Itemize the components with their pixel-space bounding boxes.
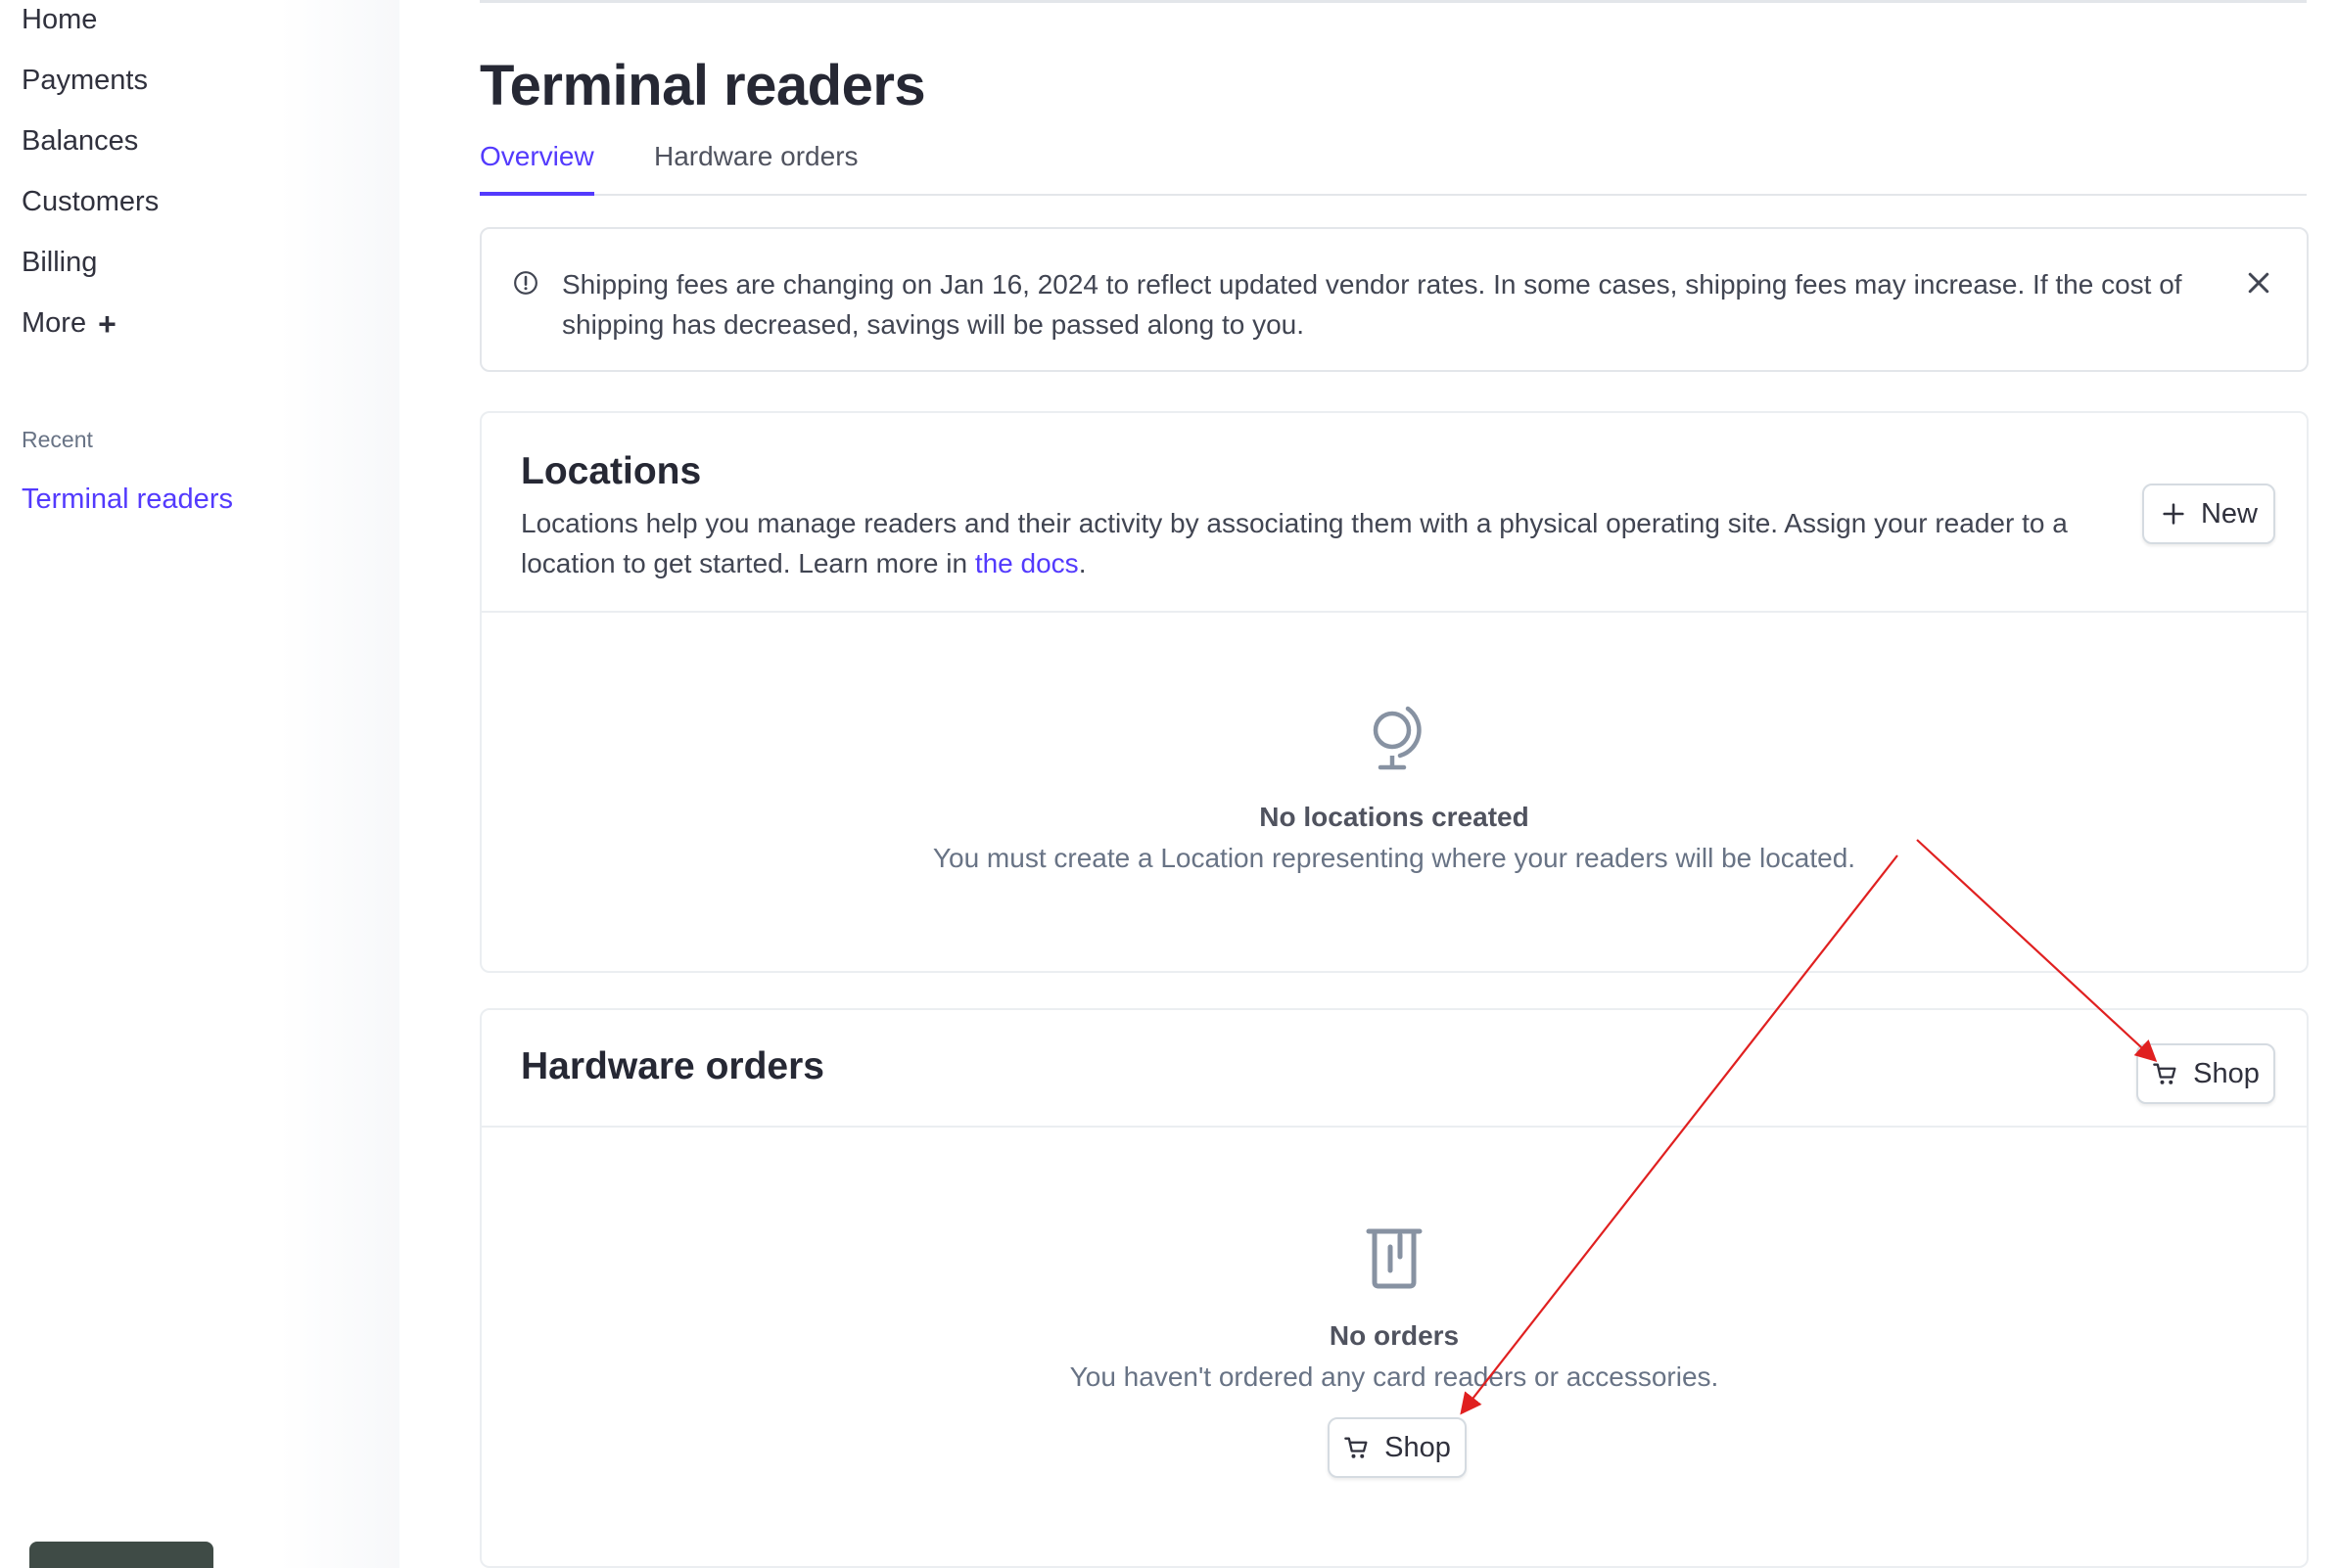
empty-title: No locations created [1259,802,1529,832]
nav-label: Billing [22,247,98,278]
cart-icon [1344,1437,1368,1458]
banner-message: Shipping fees are changing on Jan 16, 20… [562,269,2182,340]
hardware-orders-card: Hardware orders Shop No orders You haven… [480,1008,2309,1568]
tab-overview[interactable]: Overview [480,141,594,196]
nav-label: Home [22,4,98,35]
nav-label: Customers [22,186,160,217]
button-label: Shop [1384,1431,1451,1463]
empty-description: You must create a Location representing … [932,843,1856,873]
nav-item-billing[interactable]: Billing [22,247,97,279]
recent-item-terminal-readers[interactable]: Terminal readers [22,484,233,516]
shop-button-header[interactable]: Shop [2136,1043,2275,1104]
info-icon [514,271,537,295]
plus-icon [2163,503,2184,525]
hardware-empty-state: No orders You haven't ordered any card r… [482,1227,2307,1393]
plus-icon: + [98,305,117,342]
card-divider [482,611,2307,613]
card-reader-icon [1366,1228,1423,1289]
locations-empty-state: No locations created You must create a L… [482,703,2307,874]
globe-icon [1373,706,1422,770]
locations-card: Locations Locations help you manage read… [480,411,2309,973]
nav-label: Balances [22,125,139,157]
sidebar: Home Payments Balances Customers Billing… [0,0,399,1568]
tab-hardware-orders[interactable]: Hardware orders [654,141,859,184]
nav-label: Payments [22,65,148,96]
shop-button-empty-state[interactable]: Shop [1328,1417,1467,1478]
description-text: . [1078,548,1087,578]
locations-description: Locations help you manage readers and th… [521,503,2068,583]
button-label: New [2200,497,2258,530]
hardware-orders-title: Hardware orders [521,1045,824,1087]
empty-title: No orders [1329,1320,1460,1351]
nav-item-customers[interactable]: Customers [22,186,159,218]
shipping-fees-banner: Shipping fees are changing on Jan 16, 20… [480,227,2309,372]
new-location-button[interactable]: New [2142,484,2275,544]
locations-title: Locations [521,450,702,492]
nav-item-payments[interactable]: Payments [22,65,148,97]
close-icon[interactable] [2244,268,2273,298]
recent-section-label: Recent [22,427,93,452]
empty-description: You haven't ordered any card readers or … [1069,1361,1719,1392]
card-divider [482,1126,2307,1128]
nav-item-balances[interactable]: Balances [22,125,138,158]
button-label: Shop [2193,1057,2260,1089]
page-title: Terminal readers [480,54,926,117]
nav-label: More [22,307,87,339]
bottom-toast-button[interactable] [29,1542,213,1568]
description-text: Locations help you manage readers and th… [521,508,2068,578]
cart-icon [2153,1063,2176,1084]
docs-link[interactable]: the docs [975,548,1079,578]
nav-item-home[interactable]: Home [22,4,97,36]
nav-item-more[interactable]: More + [22,307,117,340]
header-divider [480,0,2307,3]
tab-bar: Overview Hardware orders [480,141,2307,196]
